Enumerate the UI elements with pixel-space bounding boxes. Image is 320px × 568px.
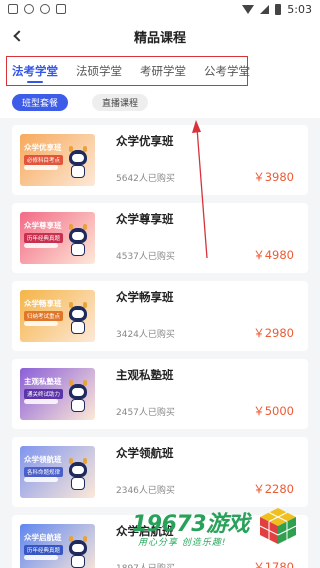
- watermark-slogan: 用心分享 创造乐趣!: [138, 538, 227, 548]
- mascot-icon: [67, 302, 89, 336]
- course-card[interactable]: 众学领航班 各科命题规律 众学领航班 2346人已购买 ￥2280: [12, 437, 308, 507]
- course-thumbnail: 众学尊享班 历年经典真题: [20, 212, 95, 264]
- thumbnail-tag: 必修科目考点: [24, 155, 64, 165]
- course-name: 众学领航班: [116, 446, 174, 460]
- mascot-icon: [67, 380, 89, 414]
- thumbnail-pill: [24, 477, 58, 482]
- thumbnail-title: 众学畅享班: [24, 299, 62, 308]
- course-buyers: 2346人已购买: [116, 486, 175, 496]
- thumbnail-tag: 历年经典真题: [24, 233, 64, 243]
- thumbnail-pill: [24, 555, 58, 560]
- course-card[interactable]: 众学畅享班 归纳考试重点 众学畅享班 3424人已购买 ￥2980: [12, 281, 308, 351]
- course-price: ￥2280: [253, 482, 294, 496]
- thumbnail-pill: [24, 165, 58, 170]
- thumbnail-pill: [24, 399, 58, 404]
- course-card[interactable]: 众学优享班 必修科目考点 众学优享班 5642人已购买 ￥3980: [12, 125, 308, 195]
- thumbnail-title: 众学优享班: [24, 143, 62, 152]
- tab-fakao[interactable]: 法考学堂: [7, 57, 63, 85]
- watermark-brand: 19673游戏: [132, 512, 250, 537]
- subtab-live[interactable]: 直播课程: [92, 94, 149, 111]
- thumbnail-tag: 历年经典真题: [24, 545, 64, 555]
- thumbnail-pill: [24, 321, 58, 326]
- mail-icon: [56, 4, 66, 14]
- thumbnail-title: 众学领航班: [24, 455, 62, 464]
- status-time: 5:03: [287, 2, 312, 16]
- wifi-icon: [242, 4, 255, 14]
- course-buyers: 3424人已购买: [116, 330, 175, 340]
- mascot-icon: [67, 224, 89, 258]
- course-card[interactable]: 主观私塾班 通关终试助力 主观私塾班 2457人已购买 ￥5000: [12, 359, 308, 429]
- course-thumbnail: 众学领航班 各科命题规律: [20, 446, 95, 498]
- thumbnail-tag: 归纳考试重点: [24, 311, 64, 321]
- thumbnail-tag: 通关终试助力: [24, 389, 64, 399]
- category-tabs: 法考学堂 法硕学堂 考研学堂 公考学堂: [6, 56, 250, 86]
- course-buyers: 4537人已购买: [116, 252, 175, 262]
- course-thumbnail: 众学优享班 必修科目考点: [20, 134, 95, 186]
- mascot-icon: [67, 146, 89, 180]
- course-price: ￥2980: [253, 326, 294, 340]
- course-price: ￥5000: [253, 404, 294, 418]
- thumbnail-tag: 各科命题规律: [24, 467, 64, 477]
- signal-icon: [260, 4, 270, 14]
- dnd-icon: [24, 4, 34, 14]
- subtab-packages[interactable]: 班型套餐: [12, 94, 69, 111]
- app-header: 精品课程: [0, 22, 320, 50]
- cube-logo-icon: [259, 508, 297, 544]
- back-button[interactable]: [8, 25, 30, 47]
- course-buyers: 1897人已购买: [116, 561, 175, 568]
- course-price: ￥3980: [253, 170, 294, 184]
- tab-gongkao[interactable]: 公考学堂: [199, 57, 255, 85]
- page-title: 精品课程: [133, 30, 186, 46]
- status-bar: 5:03: [0, 0, 320, 18]
- tab-kaoyan[interactable]: 考研学堂: [135, 57, 191, 85]
- course-buyers: 5642人已购买: [116, 174, 175, 184]
- course-name: 众学尊享班: [116, 212, 174, 226]
- warning-icon: [8, 4, 18, 14]
- thumbnail-pill: [24, 243, 58, 248]
- course-buyers: 2457人已购买: [116, 408, 175, 418]
- notification-icons: [8, 4, 66, 14]
- course-price: ￥4980: [253, 248, 294, 262]
- mascot-icon: [67, 536, 89, 568]
- mascot-icon: [67, 458, 89, 492]
- thumbnail-title: 众学启航班: [24, 533, 62, 542]
- subtab-bar: 班型套餐 直播课程: [12, 94, 149, 111]
- course-name: 主观私塾班: [116, 368, 174, 382]
- settings-icon: [40, 4, 50, 14]
- watermark: 19673游戏 用心分享 创造乐趣!: [132, 506, 302, 562]
- course-thumbnail: 众学启航班 历年经典真题: [20, 524, 95, 568]
- course-name: 众学优享班: [116, 134, 174, 148]
- course-thumbnail: 主观私塾班 通关终试助力: [20, 368, 95, 420]
- course-name: 众学畅享班: [116, 290, 174, 304]
- thumbnail-title: 众学尊享班: [24, 221, 62, 230]
- course-thumbnail: 众学畅享班 归纳考试重点: [20, 290, 95, 342]
- tab-fashuo[interactable]: 法硕学堂: [71, 57, 127, 85]
- chevron-left-icon: [13, 30, 25, 42]
- course-card[interactable]: 众学尊享班 历年经典真题 众学尊享班 4537人已购买 ￥4980: [12, 203, 308, 273]
- thumbnail-title: 主观私塾班: [24, 377, 62, 386]
- battery-icon: [275, 3, 282, 15]
